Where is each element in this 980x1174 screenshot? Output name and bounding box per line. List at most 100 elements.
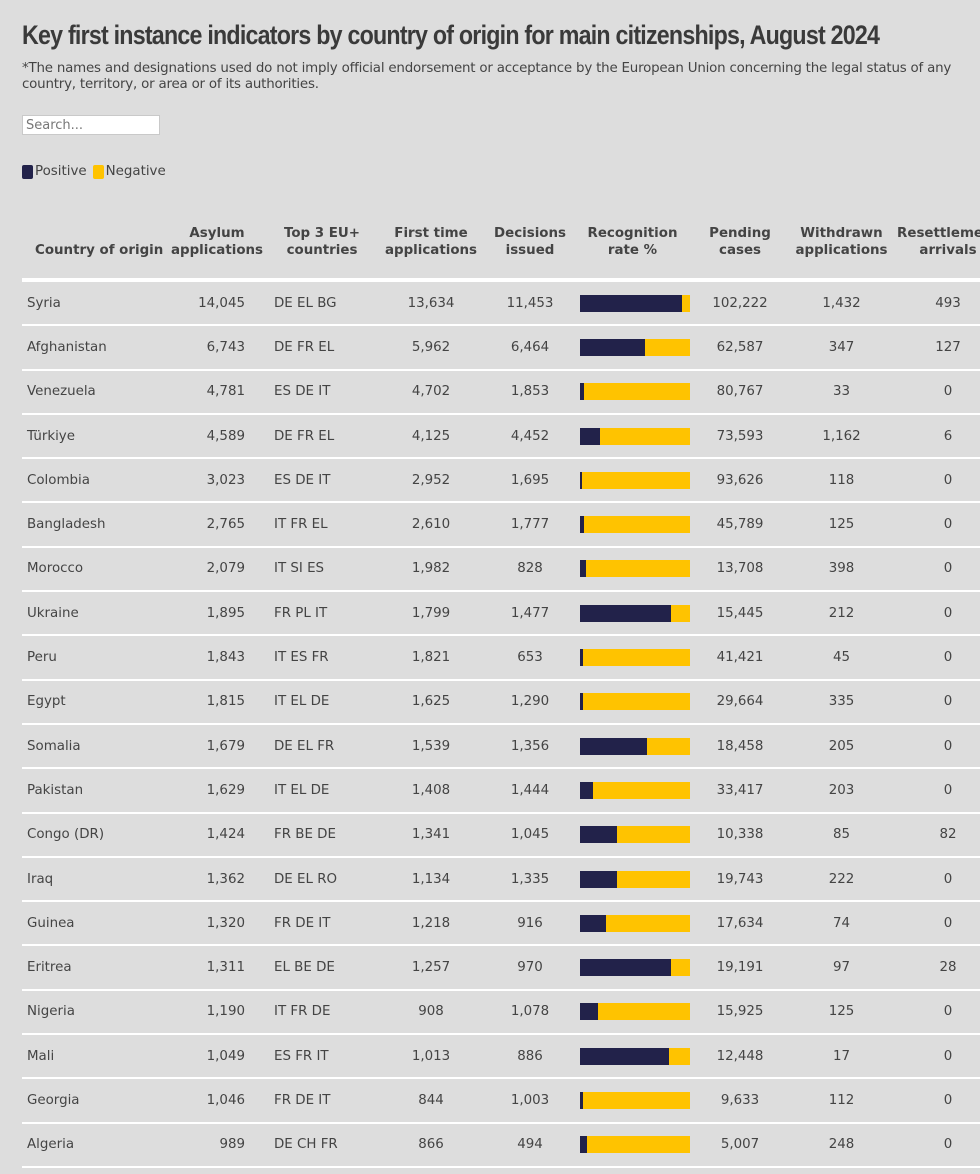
asylum-applications-cell: 1,190 bbox=[167, 989, 267, 1036]
resettlement-arrivals-cell: 0 bbox=[893, 768, 980, 814]
country-cell: Colombia bbox=[22, 458, 167, 504]
decisions-issued-cell: 4,452 bbox=[485, 413, 575, 460]
col-header-recognition[interactable]: Recognition rate % bbox=[575, 205, 690, 282]
recognition-bar-negative bbox=[583, 1091, 690, 1109]
recognition-bar-positive bbox=[580, 737, 648, 755]
recognition-rate-bar[interactable] bbox=[580, 427, 690, 445]
asylum-applications-cell: 1,843 bbox=[167, 635, 267, 681]
table-row: Guinea 1,320 FR DE IT 1,218 916 17,634 74 0 bbox=[22, 901, 980, 947]
search-input[interactable] bbox=[22, 115, 160, 135]
resettlement-arrivals-cell: 0 bbox=[893, 989, 980, 1036]
recognition-rate-bar[interactable] bbox=[580, 338, 690, 356]
col-header-first-time[interactable]: First time applications bbox=[377, 205, 485, 282]
indicators-table: Country of origin Asylum applications Top… bbox=[22, 205, 980, 1168]
recognition-rate-bar[interactable] bbox=[580, 959, 690, 977]
legend-swatch-negative bbox=[92, 164, 104, 179]
country-cell: Iraq bbox=[22, 856, 167, 903]
recognition-rate-bar[interactable] bbox=[580, 471, 690, 489]
recognition-bar-positive bbox=[580, 294, 683, 312]
first-time-applications-cell: 1,982 bbox=[377, 546, 485, 593]
decisions-issued-cell: 1,695 bbox=[485, 458, 575, 504]
top3-countries-cell: DE EL BG bbox=[267, 280, 377, 327]
top3-countries-cell: DE FR EL bbox=[267, 413, 377, 460]
recognition-bar-positive bbox=[580, 1136, 587, 1154]
recognition-rate-bar[interactable] bbox=[580, 914, 690, 932]
asylum-applications-cell: 6,743 bbox=[167, 325, 267, 371]
recognition-bar-negative bbox=[585, 560, 690, 578]
withdrawn-applications-cell: 203 bbox=[790, 768, 893, 814]
recognition-rate-bar[interactable] bbox=[580, 1003, 690, 1021]
withdrawn-applications-cell: 222 bbox=[790, 856, 893, 903]
recognition-rate-bar[interactable] bbox=[580, 737, 690, 755]
decisions-issued-cell: 11,453 bbox=[485, 280, 575, 327]
recognition-rate-bar[interactable] bbox=[580, 604, 690, 622]
recognition-rate-cell bbox=[575, 989, 690, 1036]
recognition-rate-bar[interactable] bbox=[580, 294, 690, 312]
resettlement-arrivals-cell: 28 bbox=[893, 945, 980, 991]
recognition-bar-negative bbox=[669, 1047, 690, 1065]
resettlement-arrivals-cell: 0 bbox=[893, 901, 980, 947]
recognition-rate-bar[interactable] bbox=[580, 1136, 690, 1154]
recognition-rate-bar[interactable] bbox=[580, 560, 690, 578]
pending-cases-cell: 15,445 bbox=[690, 591, 790, 637]
top3-countries-cell: FR PL IT bbox=[267, 591, 377, 637]
recognition-bar-negative bbox=[593, 781, 690, 799]
recognition-rate-bar[interactable] bbox=[580, 1091, 690, 1109]
legend-label-negative: Negative bbox=[105, 164, 166, 179]
recognition-bar-positive bbox=[580, 1003, 598, 1021]
asylum-applications-cell: 3,023 bbox=[167, 458, 267, 504]
first-time-applications-cell: 908 bbox=[377, 989, 485, 1036]
country-cell: Georgia bbox=[22, 1078, 167, 1124]
decisions-issued-cell: 970 bbox=[485, 945, 575, 991]
asylum-applications-cell: 14,045 bbox=[167, 280, 267, 327]
decisions-issued-cell: 494 bbox=[485, 1122, 575, 1168]
recognition-rate-bar[interactable] bbox=[580, 516, 690, 534]
col-header-top3[interactable]: Top 3 EU+ countries bbox=[267, 205, 377, 282]
withdrawn-applications-cell: 118 bbox=[790, 458, 893, 504]
recognition-rate-bar[interactable] bbox=[580, 1047, 690, 1065]
top3-countries-cell: DE EL FR bbox=[267, 723, 377, 770]
country-cell: Eritrea bbox=[22, 945, 167, 991]
first-time-applications-cell: 13,634 bbox=[377, 280, 485, 327]
recognition-rate-bar[interactable] bbox=[580, 649, 690, 667]
recognition-bar-positive bbox=[580, 826, 618, 844]
col-header-pending[interactable]: Pending cases bbox=[690, 205, 790, 282]
recognition-bar-positive bbox=[580, 1047, 670, 1065]
withdrawn-applications-cell: 45 bbox=[790, 635, 893, 681]
col-header-country[interactable]: Country of origin bbox=[22, 205, 167, 282]
asylum-applications-cell: 1,629 bbox=[167, 768, 267, 814]
top3-countries-cell: ES DE IT bbox=[267, 369, 377, 415]
top3-countries-cell: DE EL RO bbox=[267, 856, 377, 903]
resettlement-arrivals-cell: 0 bbox=[893, 856, 980, 903]
recognition-rate-bar[interactable] bbox=[580, 693, 690, 711]
recognition-bar-negative bbox=[671, 959, 690, 977]
country-cell: Algeria bbox=[22, 1122, 167, 1168]
top3-countries-cell: IT SI ES bbox=[267, 546, 377, 593]
recognition-rate-cell bbox=[575, 812, 690, 858]
legend-swatch-positive bbox=[22, 164, 33, 179]
withdrawn-applications-cell: 97 bbox=[790, 945, 893, 991]
col-header-asylum[interactable]: Asylum applications bbox=[167, 205, 267, 282]
recognition-rate-cell bbox=[575, 591, 690, 637]
pending-cases-cell: 19,743 bbox=[690, 856, 790, 903]
table-row: Georgia 1,046 FR DE IT 844 1,003 9,633 112 0 bbox=[22, 1078, 980, 1124]
recognition-rate-bar[interactable] bbox=[580, 383, 690, 401]
table-row: Ukraine 1,895 FR PL IT 1,799 1,477 15,445 212 0 bbox=[22, 591, 980, 637]
first-time-applications-cell: 1,218 bbox=[377, 901, 485, 947]
table-row: Peru 1,843 IT ES FR 1,821 653 41,421 45 0 bbox=[22, 635, 980, 681]
recognition-rate-bar[interactable] bbox=[580, 826, 690, 844]
decisions-issued-cell: 1,853 bbox=[485, 369, 575, 415]
col-header-decisions[interactable]: Decisions issued bbox=[485, 205, 575, 282]
recognition-bar-negative bbox=[584, 516, 690, 534]
recognition-bar-negative bbox=[617, 870, 690, 888]
asylum-applications-cell: 1,815 bbox=[167, 679, 267, 725]
recognition-rate-bar[interactable] bbox=[580, 781, 690, 799]
recognition-rate-cell bbox=[575, 768, 690, 814]
recognition-rate-bar[interactable] bbox=[580, 870, 690, 888]
table-row: Colombia 3,023 ES DE IT 2,952 1,695 93,626 118… bbox=[22, 458, 980, 504]
col-header-withdrawn[interactable]: Withdrawn applications bbox=[790, 205, 893, 282]
recognition-rate-cell bbox=[575, 280, 690, 327]
recognition-bar-negative bbox=[597, 1003, 690, 1021]
top3-countries-cell: FR DE IT bbox=[267, 1078, 377, 1124]
col-header-resettlement[interactable]: Resettlementarrivals bbox=[893, 205, 980, 282]
